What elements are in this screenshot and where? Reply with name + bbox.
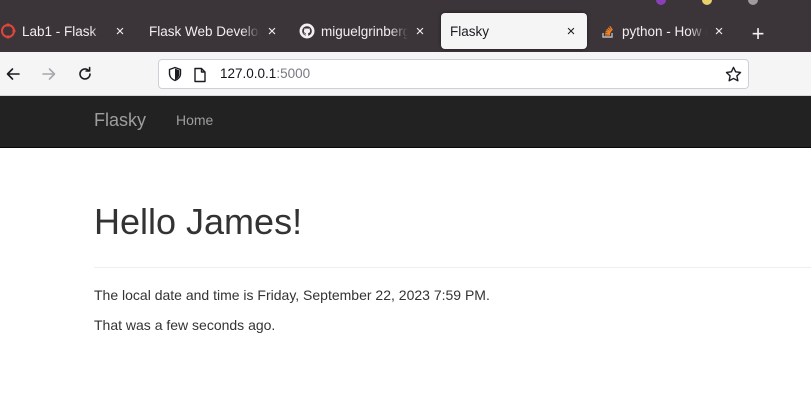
window-indicator-grey [748,0,758,5]
url-host: 127.0.0.1 [220,66,277,81]
tab-title: Flask Web Development [149,23,260,39]
new-tab-button[interactable]: + [746,23,770,47]
browser-toolbar: 127.0.0.1:5000 [0,52,811,96]
nav-home-link[interactable]: Home [176,112,213,128]
arrow-right-icon [42,68,56,80]
close-icon[interactable]: × [711,23,727,39]
shield-icon[interactable] [167,66,183,87]
window-indicator-purple [656,0,666,5]
red-circle-icon [0,23,16,39]
brand-link[interactable]: Flasky [94,110,146,131]
tab-title: miguelgrinberg/flasky [321,23,408,39]
site-navbar: Flasky Home [0,96,811,148]
tab-flask-web-development[interactable]: Flask Web Development × [140,13,286,49]
forward-button[interactable] [37,62,61,86]
tab-miguelgrinberg-flasky[interactable]: miguelgrinberg/flasky × [292,13,434,49]
bookmark-star-icon[interactable] [725,66,742,88]
tab-title: python - How do [622,23,707,39]
url-port: :5000 [276,66,311,81]
tab-lab1-flask[interactable]: Lab1 - Flask × [0,13,134,49]
github-icon [299,23,315,39]
window-indicator-yellow [702,0,712,5]
tab-strip: Lab1 - Flask × Flask Web Development × m… [0,10,811,52]
page-title: Hello James! [94,201,303,242]
close-icon[interactable]: × [112,23,128,39]
close-icon[interactable]: × [264,23,280,39]
page-icon[interactable] [193,67,207,88]
tab-python-how-do[interactable]: python - How do × [593,13,733,49]
tab-title: Flasky [450,23,490,39]
arrow-left-icon [6,68,20,80]
stackoverflow-icon [600,23,616,39]
local-datetime-text: The local date and time is Friday, Septe… [94,287,490,303]
reload-icon [79,66,91,80]
tab-title: Lab1 - Flask [22,23,108,39]
page-header: Hello James! [94,200,811,268]
close-icon[interactable]: × [412,23,428,39]
address-bar[interactable]: 127.0.0.1:5000 [158,59,749,89]
window-titlebar [0,0,811,10]
tab-flasky[interactable]: Flasky × [441,13,587,49]
close-icon[interactable]: × [563,23,579,39]
reload-button[interactable] [73,62,97,86]
url-text[interactable]: 127.0.0.1:5000 [220,66,310,81]
relative-time-text: That was a few seconds ago. [94,317,276,333]
back-button[interactable] [1,62,25,86]
